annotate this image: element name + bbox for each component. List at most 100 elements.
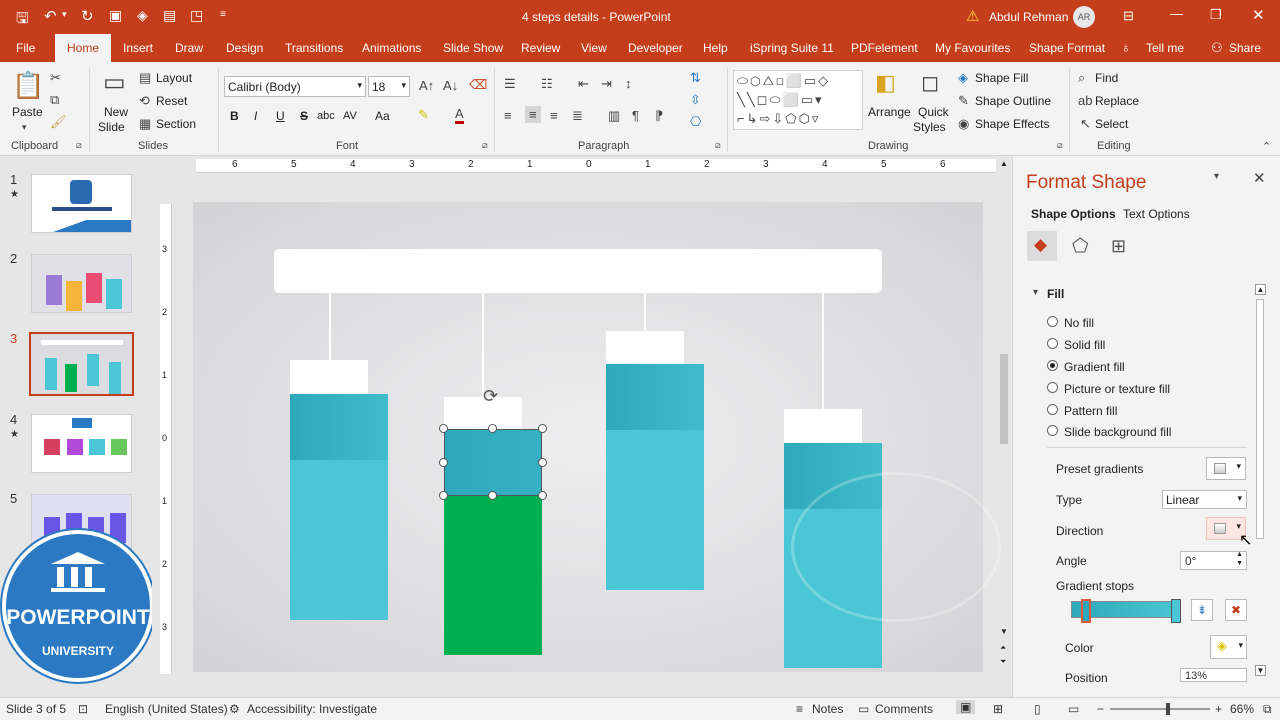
slide-thumbnail-1[interactable] bbox=[31, 174, 132, 233]
slide-counter[interactable]: Slide 3 of 5 bbox=[6, 702, 66, 716]
shapes-icon[interactable]: ◈ bbox=[137, 7, 148, 24]
zoom-in-icon[interactable]: + bbox=[1215, 702, 1222, 716]
step-3-top-band[interactable] bbox=[606, 364, 704, 430]
resize-handle-tr[interactable] bbox=[538, 424, 547, 433]
align-center-icon[interactable]: ≡ bbox=[525, 106, 541, 123]
tell-me[interactable]: Tell me bbox=[1146, 34, 1184, 62]
tab-text-options[interactable]: Text Options bbox=[1123, 207, 1190, 221]
paste-icon[interactable]: 📋 bbox=[12, 70, 44, 101]
camera-icon[interactable]: ▤ bbox=[163, 7, 176, 24]
slideshow-view-icon[interactable]: ▭ bbox=[1068, 702, 1079, 716]
step-2-block[interactable] bbox=[444, 496, 542, 655]
language-indicator[interactable]: English (United States) bbox=[105, 702, 228, 716]
drawing-launcher-icon[interactable]: ⧄ bbox=[1057, 140, 1063, 151]
tab-ispring[interactable]: iSpring Suite 11 bbox=[750, 34, 834, 62]
fill-section-header[interactable]: Fill bbox=[1047, 287, 1064, 301]
preset-gradients-select[interactable]: ▾ bbox=[1206, 457, 1246, 480]
align-text-icon[interactable]: ⇳ bbox=[690, 92, 701, 108]
step-2-top-band-selected[interactable] bbox=[444, 429, 542, 496]
zoom-level[interactable]: 66% bbox=[1230, 702, 1254, 716]
effects-pentagon-icon[interactable]: ⬠ bbox=[1072, 235, 1089, 258]
undo-icon[interactable]: ↶ bbox=[44, 7, 57, 25]
new-slide-button-line2[interactable]: Slide bbox=[98, 120, 125, 134]
increase-indent-icon[interactable]: ⇥ bbox=[601, 76, 612, 92]
customize-qat-icon[interactable]: ≡ bbox=[220, 9, 226, 20]
step-4-cap[interactable] bbox=[784, 409, 862, 443]
grow-font-icon[interactable]: A↑ bbox=[419, 78, 434, 93]
select-button[interactable]: Select bbox=[1095, 117, 1128, 131]
tab-home[interactable]: Home bbox=[55, 34, 112, 62]
resize-handle-mr[interactable] bbox=[538, 458, 547, 467]
pane-scrollbar[interactable]: ▲ ▼ bbox=[1254, 284, 1266, 681]
resize-handle-ml[interactable] bbox=[439, 458, 448, 467]
tab-design[interactable]: Design bbox=[226, 34, 263, 62]
notes-button[interactable]: Notes bbox=[812, 702, 843, 716]
font-size-select[interactable]: 18 ▾ bbox=[368, 76, 410, 97]
paste-button[interactable]: Paste bbox=[12, 105, 43, 119]
gradient-fill-radio[interactable] bbox=[1047, 360, 1058, 371]
paste-dropdown-icon[interactable]: ▾ bbox=[22, 122, 27, 133]
font-launcher-icon[interactable]: ⧄ bbox=[482, 140, 488, 151]
quick-styles-icon[interactable]: ◻ bbox=[921, 70, 939, 96]
warning-icon[interactable]: ⚠ bbox=[966, 7, 979, 25]
tab-pdfelement[interactable]: PDFelement bbox=[851, 34, 918, 62]
tab-insert[interactable]: Insert bbox=[123, 34, 153, 62]
slide-sorter-icon[interactable]: ⊞ bbox=[993, 702, 1003, 716]
shapes-gallery[interactable]: ⬭⬡△◻⬜▭◇ ╲╲◻⬭⬜▭▾ ⌐↳⇨⇩⬠⬡▿ bbox=[733, 70, 863, 130]
slide-thumbnail-4[interactable] bbox=[31, 414, 132, 473]
shadow-button[interactable]: abc bbox=[317, 110, 335, 122]
clear-formatting-icon[interactable]: ⌫ bbox=[469, 77, 487, 93]
zoom-slider[interactable] bbox=[1110, 703, 1210, 715]
font-color-icon[interactable]: A bbox=[455, 107, 464, 124]
section-button[interactable]: Section bbox=[156, 117, 196, 131]
collapse-ribbon-icon[interactable]: ⌃ bbox=[1262, 140, 1271, 153]
reset-button[interactable]: Reset bbox=[156, 94, 187, 108]
line-spacing-icon[interactable]: ↕ bbox=[625, 76, 632, 91]
tab-my-favourites[interactable]: My Favourites bbox=[935, 34, 1010, 62]
pane-close-icon[interactable]: ✕ bbox=[1253, 169, 1266, 187]
resize-handle-br[interactable] bbox=[538, 491, 547, 500]
shape-effects-button[interactable]: Shape Effects bbox=[975, 117, 1050, 131]
cut-icon[interactable]: ✂ bbox=[50, 70, 61, 86]
size-properties-icon[interactable]: ⊞ bbox=[1111, 236, 1126, 257]
tab-shape-options[interactable]: Shape Options bbox=[1031, 207, 1116, 221]
tab-review[interactable]: Review bbox=[521, 34, 560, 62]
tab-view[interactable]: View bbox=[581, 34, 607, 62]
columns-icon[interactable]: ▥ bbox=[608, 108, 620, 124]
arrange-button[interactable]: Arrange bbox=[868, 105, 911, 119]
gradient-stop-handle[interactable] bbox=[1171, 599, 1181, 623]
highlight-icon[interactable]: ✎ bbox=[418, 107, 429, 123]
position-spinner[interactable]: 13% bbox=[1180, 668, 1247, 682]
slide-thumbnail-3-selected[interactable] bbox=[29, 332, 134, 396]
no-fill-label[interactable]: No fill bbox=[1064, 316, 1094, 330]
resize-handle-tc[interactable] bbox=[488, 424, 497, 433]
editor-scrollbar[interactable]: ▲ ▼ ⏶ ⏷ bbox=[998, 159, 1010, 669]
fit-to-window-icon[interactable]: ⧉ bbox=[1263, 702, 1272, 717]
pane-options-icon[interactable]: ▾ bbox=[1214, 171, 1219, 182]
step-3-cap[interactable] bbox=[606, 331, 684, 364]
scroll-down-icon[interactable]: ▼ bbox=[1255, 665, 1266, 676]
step-1-cap[interactable] bbox=[290, 360, 368, 394]
align-left-icon[interactable]: ≡ bbox=[504, 108, 512, 123]
minimize-icon[interactable]: — bbox=[1170, 6, 1183, 21]
user-name[interactable]: Abdul Rehman bbox=[989, 10, 1068, 24]
color-picker[interactable]: ◈ ▾ bbox=[1210, 635, 1247, 659]
replace-button[interactable]: Replace bbox=[1095, 94, 1139, 108]
scroll-thumb[interactable] bbox=[1000, 354, 1008, 444]
slide-background-fill-label[interactable]: Slide background fill bbox=[1064, 425, 1171, 439]
quick-styles-button[interactable]: Quick bbox=[918, 105, 949, 119]
normal-view-icon[interactable]: ▣ bbox=[956, 700, 976, 714]
tab-file[interactable]: File bbox=[16, 34, 35, 62]
header-bar-shape[interactable] bbox=[274, 249, 882, 293]
text-direction-icon[interactable]: ¶ bbox=[632, 108, 639, 123]
pattern-fill-radio[interactable] bbox=[1047, 404, 1058, 415]
tab-draw[interactable]: Draw bbox=[175, 34, 203, 62]
slide-thumbnail-2[interactable] bbox=[31, 254, 132, 313]
save-icon[interactable]: 🖫 bbox=[16, 8, 29, 33]
new-slide-button[interactable]: New bbox=[104, 105, 128, 119]
scroll-down-icon[interactable]: ▼ bbox=[1000, 627, 1008, 636]
scroll-up-icon[interactable]: ▲ bbox=[1000, 159, 1008, 168]
comments-icon[interactable]: ▭ bbox=[858, 702, 869, 716]
quick-styles-button-line2[interactable]: Styles bbox=[913, 120, 946, 134]
decrease-indent-icon[interactable]: ⇤ bbox=[578, 76, 589, 92]
